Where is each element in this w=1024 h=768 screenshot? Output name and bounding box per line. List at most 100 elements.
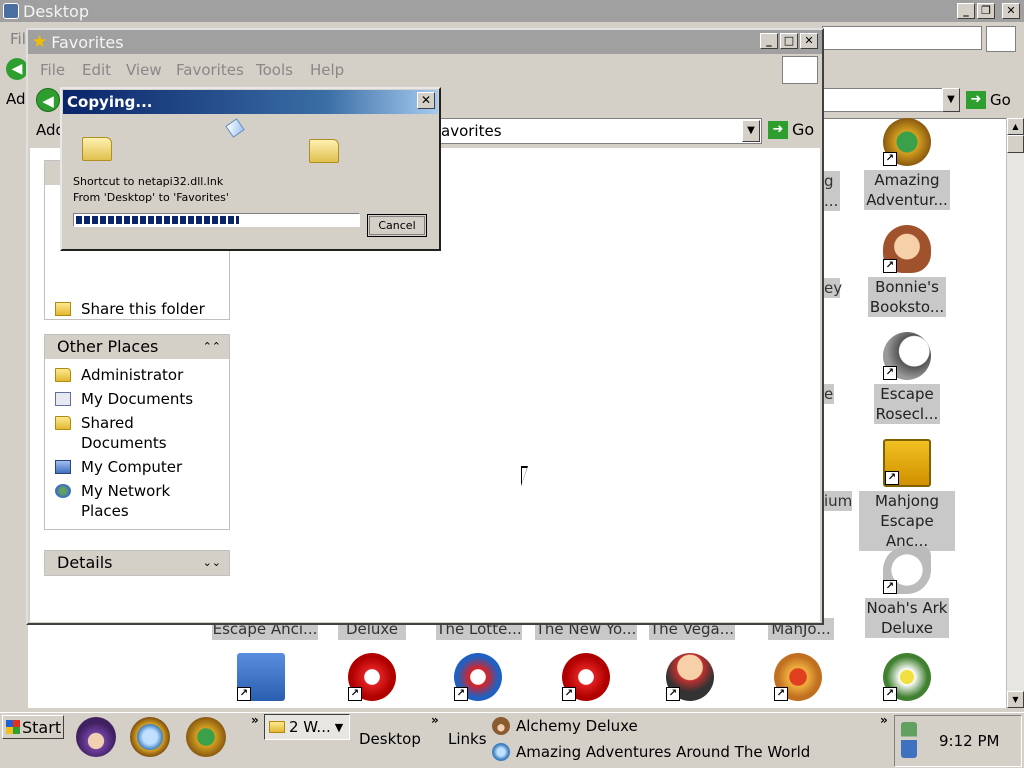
place-shared-documents[interactable]: Shared Documents [45,411,229,455]
copying-from-to: From 'Desktop' to 'Favorites' [73,191,229,204]
popcap-icon: ↗ [454,653,502,701]
restore-button[interactable]: ❐ [977,3,995,19]
mahjong-icon: ↗ [883,439,931,487]
folder-icon [55,416,71,430]
taskbar: Start » 2 W... ▼ Desktop » Links Alchemy… [0,712,1024,768]
menu-tools[interactable]: Tools [256,61,293,79]
menu-favorites[interactable]: Favorites [176,61,244,79]
game-shortcut[interactable]: ↗ [642,653,738,701]
partial-label: ey [824,278,843,298]
favorites-title: Favorites [51,32,124,52]
links-toolbar-label[interactable]: Links [448,730,487,748]
desktop-window-titlebar[interactable]: Desktop _ ❐ ✕ [0,0,1024,22]
flower-icon: ↗ [883,653,931,701]
copy-progress-fill [76,216,239,224]
go-button[interactable]: ➜ Go [966,88,1011,112]
network-tray-icon[interactable] [901,722,917,758]
escape-rosecliff-shortcut[interactable]: ↗ Escape Rosecl... [859,332,955,424]
close-button[interactable]: ✕ [1002,3,1020,19]
vertical-scrollbar[interactable]: ▲ ▼ [1006,118,1024,708]
minimize-button[interactable]: _ [957,3,975,19]
scroll-up-button[interactable]: ▲ [1007,118,1024,135]
place-my-documents[interactable]: My Documents [45,387,229,411]
partial-label: e [824,384,834,404]
menu-edit[interactable]: Edit [82,61,111,79]
menu-file[interactable]: File [40,61,65,79]
copying-dialog: Copying... ✕ Shortcut to netapi32.dll.ln… [60,87,441,251]
other-places-panel: Other Places ⌃⌃ Administrator My Documen… [44,334,230,530]
copy-progress-bar [73,213,360,227]
pizza-game-shortcut[interactable]: ↗ [750,653,846,701]
close-button[interactable]: ✕ [417,92,435,109]
folder-icon [269,721,285,733]
go-label: Go [792,120,815,139]
girl-icon: ↗ [666,653,714,701]
moon-icon: ↗ [883,332,931,380]
menu-view[interactable]: View [126,61,162,79]
desktop-toolbar-label[interactable]: Desktop [359,730,421,748]
amazing-adventures-shortcut[interactable]: ↗ Amazing Adventur... [859,118,955,210]
chevron-down-icon: ▼ [334,720,344,734]
copying-dialog-title: Copying... [67,93,153,111]
place-administrator[interactable]: Administrator [45,363,229,387]
minimize-button[interactable]: _ [760,33,778,49]
go-arrow-icon: ➜ [768,120,788,139]
expand-chevron-icon[interactable]: ⌄⌄ [203,551,221,575]
copying-dialog-titlebar[interactable]: Copying... [63,90,438,114]
collapse-chevron-icon[interactable]: ⌃⌃ [203,335,221,359]
flying-document-icon [225,118,245,138]
cancel-button[interactable]: Cancel [367,214,427,237]
star-icon: ★ [32,32,48,52]
desktop-address-input[interactable] [822,88,960,112]
bonnies-bookstore-shortcut[interactable]: ↗ Bonnie's Booksto... [859,225,955,317]
go-label: Go [990,91,1011,109]
wizard-quicklaunch-icon[interactable] [76,717,116,757]
source-folder-icon [82,137,112,161]
documents-icon [55,392,71,406]
desktop-toolbar-chevron-icon[interactable]: » [431,713,439,727]
scroll-thumb[interactable] [1007,135,1024,153]
link-alchemy-deluxe[interactable]: Alchemy Deluxe [492,717,638,735]
popcap-shortcut[interactable]: ↗ [324,653,420,701]
place-my-network-places[interactable]: My Network Places [45,479,229,523]
start-button[interactable]: Start [2,715,64,739]
chevron-down-icon[interactable]: ▼ [942,88,960,112]
noahs-ark-shortcut[interactable]: ↗ Noah's Ark Deluxe [859,546,955,638]
maximize-button[interactable]: □ [780,33,798,49]
scroll-down-button[interactable]: ▼ [1007,691,1024,708]
place-my-computer[interactable]: My Computer [45,455,229,479]
mouse-cursor-icon [521,466,528,486]
clock[interactable]: 9:12 PM [939,732,999,750]
quicklaunch-more-chevron-icon[interactable]: » [251,713,259,727]
dove-icon: ↗ [883,546,931,594]
compass-quicklaunch-icon[interactable] [186,717,226,757]
menu-help[interactable]: Help [310,61,344,79]
close-button[interactable]: ✕ [800,33,818,49]
desktop-window-title: Desktop [23,1,89,21]
back-arrow-icon[interactable]: ◀ [36,88,60,112]
back-arrow-icon[interactable]: ◀ [6,58,28,80]
chevron-down-icon[interactable]: ▼ [742,120,760,142]
favorites-titlebar[interactable]: ★ Favorites _ □ ✕ [28,30,822,54]
windows-logo-icon [986,26,1016,52]
share-folder-icon [55,302,71,316]
partial-label: g [824,171,840,191]
gem-quicklaunch-icon[interactable] [130,717,170,757]
details-header[interactable]: Details ⌄⌄ [45,551,229,575]
taskbar-group-button[interactable]: 2 W... ▼ [264,714,350,740]
favorites-menubar: File Edit View Favorites Tools Help [28,56,822,84]
desktop-icon [3,3,19,19]
mahjong-escape-shortcut[interactable]: ↗ Mahjong Escape Anc... [859,439,955,551]
notepad-shortcut[interactable]: ↗ [213,653,309,701]
windows-flag-icon [6,720,20,734]
share-folder-link[interactable]: Share this folder [45,297,205,321]
popcap-shortcut[interactable]: ↗ [538,653,634,701]
flower-game-shortcut[interactable]: ↗ [859,653,955,701]
alchemy-icon [492,717,510,735]
other-places-header[interactable]: Other Places ⌃⌃ [45,335,229,359]
go-button[interactable]: ➜ Go [768,120,814,139]
popcap-shortcut[interactable]: ↗ [430,653,526,701]
menu-file-partial[interactable]: Fil [10,30,26,48]
link-amazing-adventures[interactable]: Amazing Adventures Around The World [492,743,810,761]
links-more-chevron-icon[interactable]: » [880,713,888,727]
